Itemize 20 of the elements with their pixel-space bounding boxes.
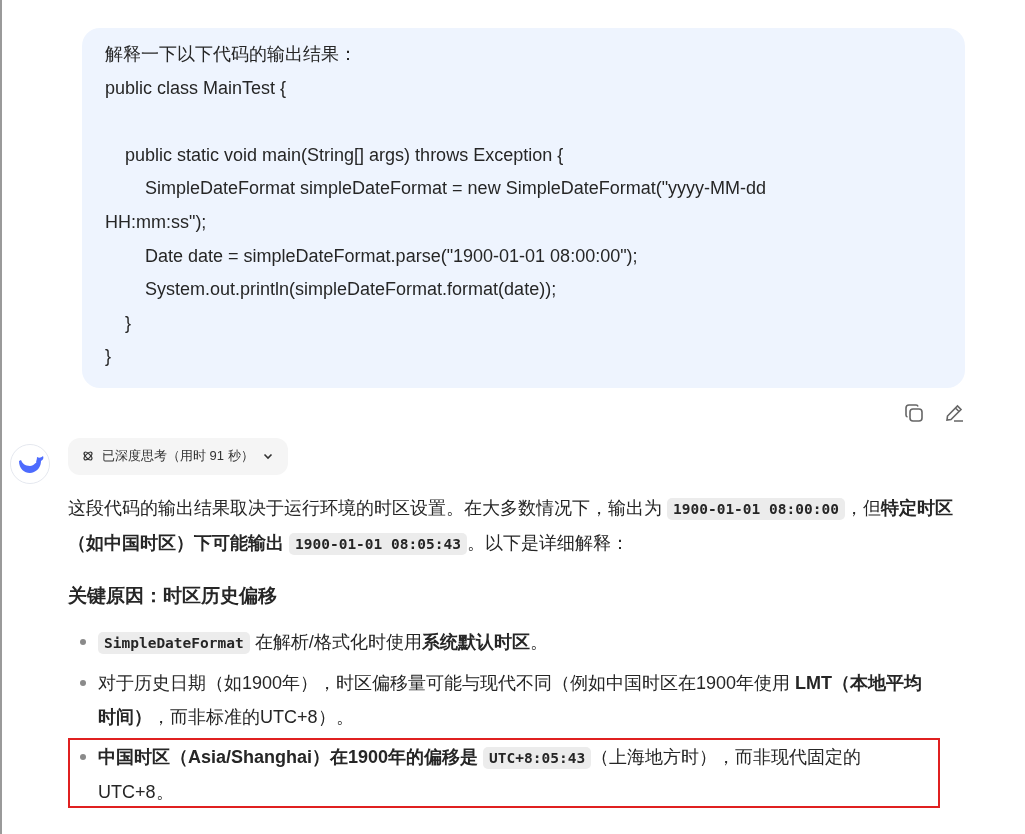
message-line: System.out.println(simpleDateFormat.format(date)); [144, 278, 558, 302]
bullet-dot [80, 638, 86, 645]
bullet-text: SimpleDateFormat 在解析/格式化时使用系统默认时区。 [98, 624, 934, 660]
bullet-text: 对于历史日期（如1900年），时区偏移量可能与现代不同（例如中国时区在1900年使用 LMT（本地平均时间），而非标准的UTC+8）。 [98, 671, 924, 729]
message-line: Date date = simpleDateFormat.parse("1900-01-01 08:00:00"); [144, 244, 639, 268]
section-heading: 关键原因：时区历史偏移 [68, 583, 278, 608]
answer-paragraph: 这段代码的输出结果取决于运行环境的时区设置。在大多数情况下，输出为 1900-01-01 08:00:00 ，但特定时区（如中国时区）下可能输出 1900-01-01 08:05:43 。以下是详细解释： [68, 496, 954, 557]
thinking-toggle[interactable]: 已深度思考（用时 91 秒） [68, 437, 288, 475]
message-line: HH:mm:ss"); [105, 210, 208, 234]
bullet-dot [80, 753, 86, 760]
message-line: } [124, 311, 132, 335]
atom-icon [82, 450, 94, 463]
message-line: public class MainTest { [105, 76, 288, 100]
copy-icon[interactable] [903, 401, 925, 424]
bullet-dot [80, 679, 86, 686]
message-line: } [105, 345, 112, 369]
message-line: public static void main(String[] args) throws Exception { [124, 143, 565, 167]
message-line: SimpleDateFormat simpleDateFormat = new SimpleDateFormat("yyyy-MM-dd [144, 177, 768, 201]
bullet-text: 中国时区（Asia/Shanghai）在1900年的偏移是 UTC+8:05:43 （上海地方时），而非现代固定的UTC+8。 [98, 745, 863, 804]
message-line: 解释一下以下代码的输出结果： [105, 43, 358, 66]
